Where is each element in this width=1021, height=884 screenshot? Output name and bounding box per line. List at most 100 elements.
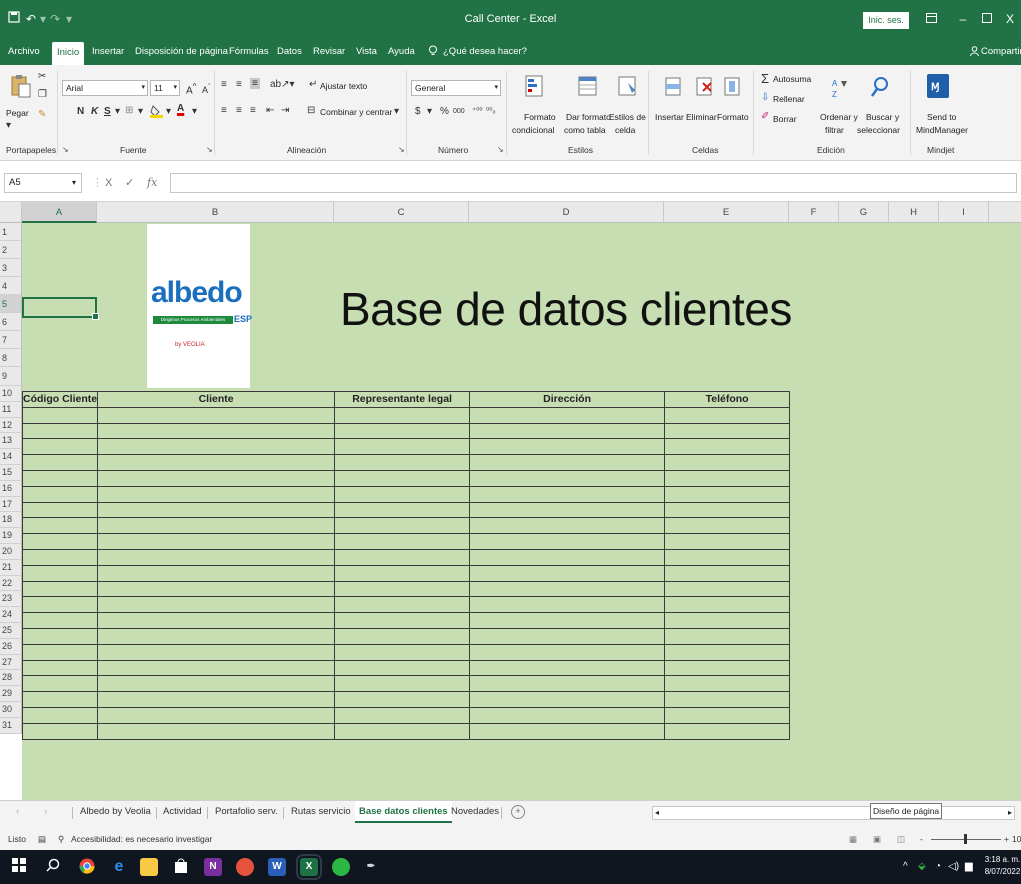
table-cell[interactable] xyxy=(664,517,791,535)
row-header[interactable]: 4 xyxy=(0,277,22,295)
sheet-tab[interactable]: Rutas servicio xyxy=(291,801,351,823)
table-cell[interactable] xyxy=(664,454,791,471)
cell-styles-icon[interactable] xyxy=(618,75,640,99)
table-cell[interactable] xyxy=(97,627,336,645)
column-header[interactable]: C xyxy=(334,202,469,223)
table-cell[interactable] xyxy=(469,643,666,661)
table-cell[interactable] xyxy=(334,659,471,677)
table-cell[interactable] xyxy=(97,501,336,519)
insert-cells-button[interactable]: Insertar xyxy=(655,112,684,122)
table-cell[interactable] xyxy=(664,596,791,614)
table-cell[interactable] xyxy=(97,438,336,456)
table-cell[interactable] xyxy=(334,501,471,519)
font-size-select[interactable]: 11 ▾ xyxy=(150,80,180,96)
scroll-left-arrow-icon[interactable]: ◂ xyxy=(655,807,659,819)
page-layout-view-icon[interactable]: ▣ xyxy=(873,828,881,850)
table-cell[interactable] xyxy=(21,675,99,693)
table-cell[interactable] xyxy=(469,691,666,708)
page-break-view-icon[interactable]: ◫ xyxy=(897,828,905,850)
grow-font-icon[interactable]: A^ xyxy=(186,81,197,96)
tray-chevron-icon[interactable]: ^ xyxy=(903,850,908,884)
header-cliente[interactable]: Cliente xyxy=(97,391,336,408)
paste-button[interactable]: Pegar xyxy=(6,108,29,118)
table-cell[interactable] xyxy=(469,422,666,440)
row-header[interactable]: 31 xyxy=(0,717,22,734)
table-cell[interactable] xyxy=(334,612,471,629)
insert-function-icon[interactable]: fx xyxy=(147,173,157,193)
table-cell[interactable] xyxy=(334,564,471,582)
thousands-button[interactable]: 000 xyxy=(453,108,465,115)
format-cells-icon[interactable] xyxy=(723,75,745,99)
table-cell[interactable] xyxy=(97,659,336,677)
format-cells-button[interactable]: Formato xyxy=(717,112,749,122)
table-cell[interactable] xyxy=(664,691,791,708)
row-header[interactable]: 6 xyxy=(0,313,22,331)
tab-inicio[interactable]: Inicio xyxy=(52,42,85,65)
search-icon[interactable] xyxy=(44,858,62,876)
table-cell[interactable] xyxy=(664,580,791,598)
accessibility-icon[interactable]: ⚲ xyxy=(58,828,64,850)
underline-button[interactable]: S xyxy=(104,106,111,117)
volume-icon[interactable]: ◁) xyxy=(948,850,959,884)
mindmanager-icon[interactable]: Ɱ xyxy=(926,73,950,98)
sheet-tab[interactable]: Novedades xyxy=(451,801,499,823)
row-header[interactable]: 23 xyxy=(0,591,22,608)
format-as-table-icon[interactable] xyxy=(578,75,600,99)
row-header[interactable]: 12 xyxy=(0,417,22,434)
shrink-font-icon[interactable]: Aˇ xyxy=(202,82,211,95)
table-cell[interactable] xyxy=(334,675,471,693)
select-all-corner[interactable] xyxy=(0,202,22,223)
fill-button[interactable]: Rellenar xyxy=(773,94,805,104)
table-cell[interactable] xyxy=(97,548,336,566)
borders-icon[interactable]: ⊞ xyxy=(125,105,133,116)
sheet-tab[interactable]: Portafolio serv. xyxy=(215,801,278,823)
table-cell[interactable] xyxy=(664,722,791,740)
table-cell[interactable] xyxy=(334,422,471,440)
wrap-text-icon[interactable]: ↵ xyxy=(309,79,317,90)
table-cell[interactable] xyxy=(334,406,471,424)
table-cell[interactable] xyxy=(469,706,666,724)
underline-dropdown-icon[interactable]: ▾ xyxy=(115,106,120,117)
table-cell[interactable] xyxy=(334,596,471,614)
copy-icon[interactable]: ❐ xyxy=(38,89,47,100)
windows-start-icon[interactable] xyxy=(10,858,28,876)
align-top-icon[interactable]: ≡ xyxy=(221,79,227,90)
delete-cells-button[interactable]: Eliminar xyxy=(686,112,717,122)
table-cell[interactable] xyxy=(664,564,791,582)
table-cell[interactable] xyxy=(97,643,336,661)
table-cell[interactable] xyxy=(664,706,791,724)
row-header[interactable]: 11 xyxy=(0,401,22,418)
table-cell[interactable] xyxy=(334,548,471,566)
format-as-table-button[interactable]: Dar formato xyxy=(566,112,611,122)
table-cell[interactable] xyxy=(97,533,336,550)
table-cell[interactable] xyxy=(21,422,99,440)
table-cell[interactable] xyxy=(664,659,791,677)
taskbar-clock[interactable]: 3:18 a. m. 8/07/2022 xyxy=(984,854,1021,878)
row-header[interactable]: 17 xyxy=(0,496,22,513)
enter-icon[interactable]: ✓ xyxy=(125,173,134,193)
network-icon[interactable]: ◔ xyxy=(935,850,941,884)
conditional-format-icon[interactable] xyxy=(525,75,547,99)
table-cell[interactable] xyxy=(334,517,471,535)
tab-revisar[interactable]: Revisar xyxy=(313,38,345,65)
table-cell[interactable] xyxy=(664,533,791,550)
header-codigo-cliente[interactable]: Código Cliente xyxy=(21,391,99,408)
font-color-icon[interactable]: A xyxy=(177,103,184,114)
table-cell[interactable] xyxy=(469,564,666,582)
table-cell[interactable] xyxy=(21,691,99,708)
table-cell[interactable] xyxy=(469,722,666,740)
table-cell[interactable] xyxy=(97,469,336,487)
file-explorer-icon[interactable] xyxy=(140,858,158,876)
fill-color-icon[interactable] xyxy=(150,104,163,121)
font-launcher-icon[interactable]: ↘ xyxy=(206,145,213,154)
table-cell[interactable] xyxy=(97,675,336,693)
merge-center-icon[interactable]: ⊟ xyxy=(307,105,315,116)
align-right-icon[interactable]: ≡ xyxy=(250,105,256,116)
italic-button[interactable]: K xyxy=(91,106,98,117)
row-header[interactable]: 21 xyxy=(0,559,22,576)
sheet-tab[interactable]: Actividad xyxy=(163,801,202,823)
table-cell[interactable] xyxy=(469,580,666,598)
table-cell[interactable] xyxy=(664,643,791,661)
percent-button[interactable]: % xyxy=(440,106,449,117)
align-bottom-icon[interactable]: ≡ xyxy=(250,78,260,89)
